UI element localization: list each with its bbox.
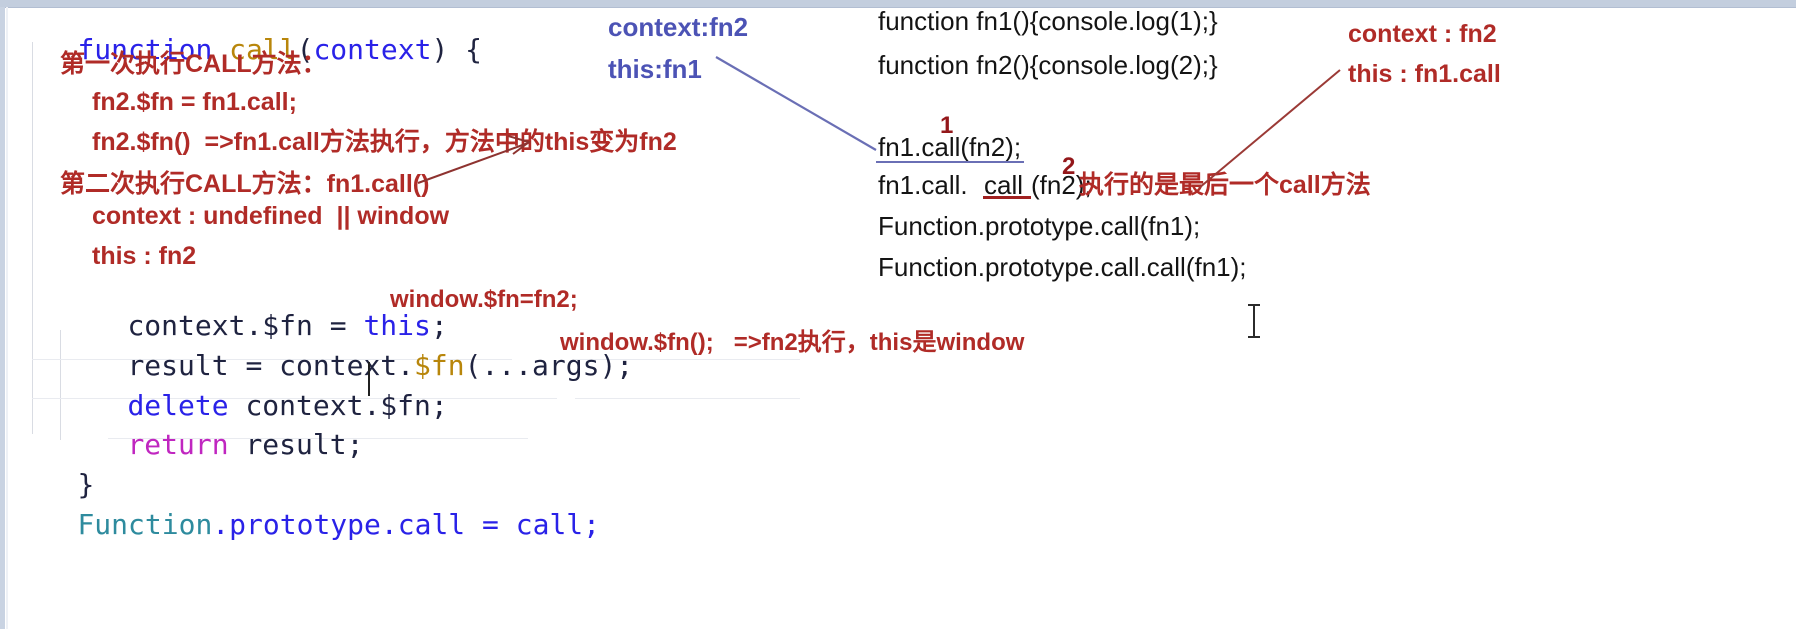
annotation-window-fn-assign: window.$fn=fn2;: [390, 286, 578, 313]
annotation-second-call: 第二次执行CALL方法：fn1.call(): [60, 170, 430, 198]
editor-left-gutter-bar: [0, 7, 5, 629]
right-code-fn1-call-call-prefix: fn1.call.: [878, 170, 968, 200]
annotation-context-fn2-right: context : fn2: [1348, 20, 1497, 48]
annotation-this-fn1call-right: this : fn1.call: [1348, 60, 1501, 88]
code-line-7[interactable]: Function.prototype.call = call;: [10, 483, 600, 567]
code-token-prototype-call: .prototype.call = call;: [212, 508, 601, 541]
right-code-fn2-def: function fn2(){console.log(2);}: [878, 50, 1218, 80]
indent-guide: [32, 42, 33, 434]
annotation-context-undefined: context : undefined || window: [92, 202, 450, 230]
code-token-Function: Function: [77, 508, 213, 541]
annotation-fn2-invoke: fn2.$fn() =>fn1.call方法执行，方法中的this变为fn2: [92, 128, 677, 156]
annotation-first-call: 第一次执行CALL方法：: [60, 50, 327, 78]
right-code-fn1-call-fn2: fn1.call(fn2);: [878, 132, 1022, 162]
annotation-fn2-assign: fn2.$fn = fn1.call;: [92, 88, 297, 116]
right-code-fn1-def: function fn1(){console.log(1);}: [878, 6, 1218, 36]
right-code-proto-call-fn1: Function.prototype.call(fn1);: [878, 211, 1201, 241]
annotation-window-fn-invoke: window.$fn(); =>fn2执行，this是window: [560, 329, 1025, 356]
mouse-ibeam-cursor: [1248, 304, 1260, 338]
code-token-return-value: result;: [228, 428, 364, 461]
code-token-brace: ) {: [431, 33, 483, 66]
underline-fn1-call-fn2: [876, 161, 1024, 163]
underline-last-call: [983, 196, 1031, 199]
annotation-context-fn2-blue: context:fn2: [608, 12, 749, 42]
text-caret: [368, 362, 370, 396]
arrow-blue-to-fn1call: [715, 56, 877, 151]
editor-left-gutter-inner: [6, 7, 8, 629]
code-token-return: return: [127, 428, 229, 461]
right-code-fn1-call-call-highlight: call: [984, 170, 1024, 200]
marker-number-2: 2: [1062, 153, 1076, 180]
code-token-param: context: [313, 33, 432, 66]
annotation-this-fn2: this : fn2: [92, 242, 197, 270]
annotation-last-call-note: 执行的是最后一个call方法: [1079, 171, 1371, 199]
annotation-this-fn1-blue: this:fn1: [608, 54, 702, 84]
code-editor[interactable]: function call(context) { context.$fn = t…: [0, 0, 1796, 629]
code-line-5[interactable]: return result;: [60, 403, 363, 487]
right-code-proto-call-call-fn1: Function.prototype.call.call(fn1);: [878, 252, 1247, 282]
